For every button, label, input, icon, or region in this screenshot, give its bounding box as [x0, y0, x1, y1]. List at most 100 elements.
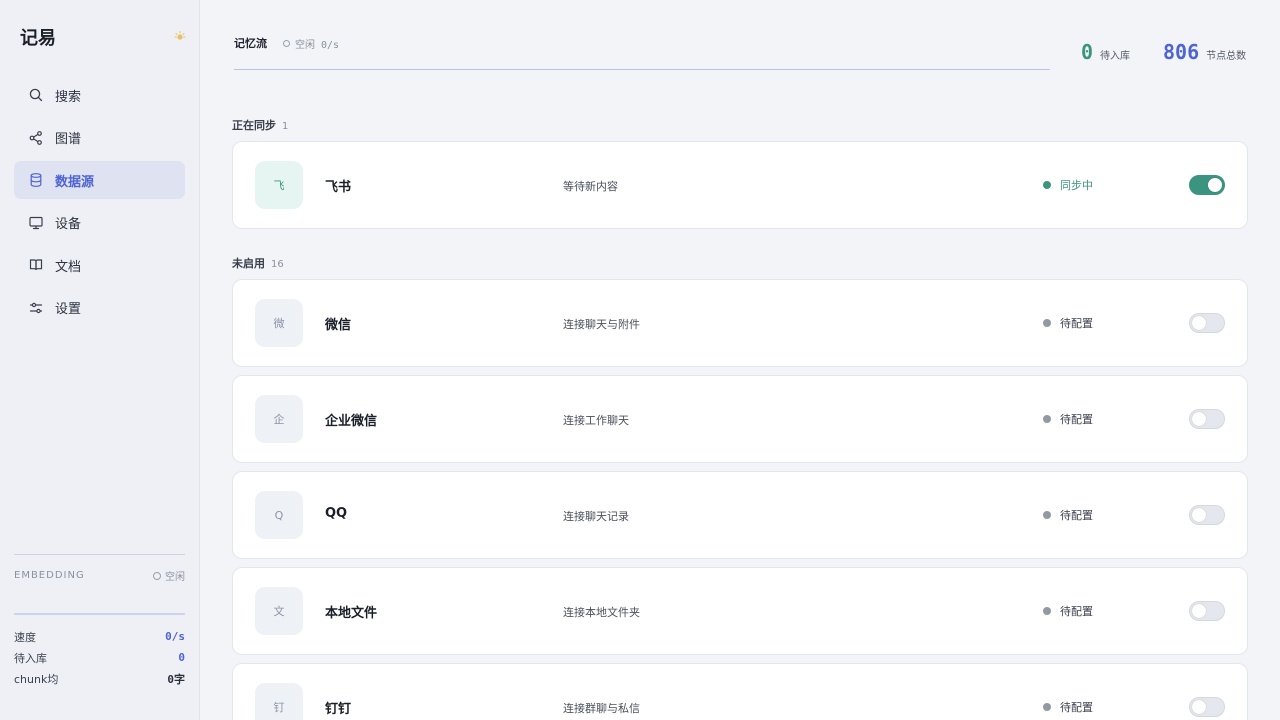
source-status: 待配置: [1043, 315, 1093, 331]
source-desc: 连接工作聊天: [563, 414, 629, 427]
source-status: 待配置: [1043, 603, 1093, 619]
source-name: 微信: [325, 318, 352, 333]
source-status-text: 待配置: [1060, 317, 1093, 330]
source-name: QQ: [325, 506, 348, 521]
memory-flow-status-text: 空闲 0/s: [295, 40, 340, 51]
share-graph-icon: [28, 130, 44, 146]
book-icon: [28, 257, 44, 273]
stat-row-pending: 待入库 0: [14, 647, 185, 668]
source-card-wecom[interactable]: 企 企业微信 连接工作聊天 待配置: [232, 375, 1248, 463]
source-name: 企业微信: [325, 414, 378, 429]
memory-flow-line: [234, 69, 1050, 70]
monitor-icon: [28, 215, 44, 231]
section-title: 正在同步: [232, 119, 276, 132]
source-status: 待配置: [1043, 411, 1093, 427]
source-status: 待配置: [1043, 699, 1093, 715]
status-dot-icon: [1043, 703, 1051, 711]
source-card-feishu[interactable]: 飞 飞书 等待新内容 同步中: [232, 141, 1248, 229]
source-card-qq[interactable]: Q QQ 连接聊天记录 待配置: [232, 471, 1248, 559]
pending-count: 0: [1081, 40, 1094, 64]
nodes-label: 节点总数: [1206, 51, 1247, 62]
source-toggle[interactable]: [1189, 505, 1225, 525]
source-desc: 连接本地文件夹: [563, 606, 640, 619]
nodes-count: 806: [1163, 40, 1200, 64]
sidebar-item-label: 文档: [55, 259, 82, 275]
section-title: 未启用: [232, 257, 265, 270]
source-toggle[interactable]: [1189, 601, 1225, 621]
main-content: 记忆流 空闲 0/s 0 待入库 806 节点总数 正在同步 1 飞 飞书 等待新…: [200, 0, 1280, 720]
source-glyph-icon: 钉: [255, 683, 303, 720]
source-name: 钉钉: [325, 702, 352, 717]
status-dot-icon: [1043, 319, 1051, 327]
source-status-text: 待配置: [1060, 413, 1093, 426]
source-desc: 连接聊天记录: [563, 510, 629, 523]
sidebar-divider: [14, 554, 185, 555]
source-glyph-icon: 飞: [255, 161, 303, 209]
source-desc: 连接群聊与私信: [563, 702, 640, 715]
stat-label: chunk均: [14, 672, 59, 686]
search-icon: [28, 87, 44, 103]
embedding-progress-line: [14, 613, 185, 615]
sidebar-item-label: 图谱: [55, 132, 82, 147]
source-toggle[interactable]: [1189, 409, 1225, 429]
toggle-knob: [1192, 508, 1206, 522]
source-card-local-files[interactable]: 文 本地文件 连接本地文件夹 待配置: [232, 567, 1248, 655]
sidebar-item-settings[interactable]: 设置: [14, 289, 185, 327]
source-card-dingtalk[interactable]: 钉 钉钉 连接群聊与私信 待配置: [232, 663, 1248, 720]
memory-flow-title: 记忆流: [234, 37, 267, 50]
status-dot-icon: [1043, 607, 1051, 615]
stat-value: 0字: [167, 672, 185, 686]
sidebar-item-label: 搜索: [55, 89, 82, 105]
source-toggle[interactable]: [1189, 313, 1225, 333]
stat-label: 速度: [14, 630, 36, 644]
memory-flow-status: 空闲 0/s: [283, 36, 339, 51]
nodes-counter: 806 节点总数: [1163, 40, 1246, 64]
sidebar-item-devices[interactable]: 设备: [14, 204, 185, 242]
sidebar-item-datasource[interactable]: 数据源: [14, 161, 185, 199]
sun-icon[interactable]: [174, 30, 186, 42]
sidebar-item-graph[interactable]: 图谱: [14, 119, 185, 157]
section-count: 1: [282, 121, 289, 132]
idle-ring-icon: [153, 571, 161, 580]
section-disabled: 未启用 16: [232, 255, 284, 271]
source-card-wechat[interactable]: 微 微信 连接聊天与附件 待配置: [232, 279, 1248, 367]
embedding-status-text: 空闲: [165, 572, 185, 583]
source-toggle[interactable]: [1189, 175, 1225, 195]
source-glyph-icon: Q: [255, 491, 303, 539]
toggle-knob: [1192, 316, 1206, 330]
stat-row-speed: 速度 0/s: [14, 626, 185, 647]
source-glyph-icon: 企: [255, 395, 303, 443]
source-name: 飞书: [325, 180, 352, 195]
source-desc: 等待新内容: [563, 180, 618, 193]
sidebar-item-docs[interactable]: 文档: [14, 246, 185, 284]
section-syncing: 正在同步 1: [232, 117, 288, 133]
embedding-status: 空闲: [153, 568, 185, 583]
source-status-text: 待配置: [1060, 701, 1093, 714]
source-glyph-icon: 微: [255, 299, 303, 347]
sidebar-item-search[interactable]: 搜索: [14, 76, 185, 114]
sidebar-nav: 搜索 图谱 数据源 设备 文档 设置: [14, 76, 185, 331]
source-toggle[interactable]: [1189, 697, 1225, 717]
app-brand: 记易: [20, 28, 56, 49]
stat-value: 0/s: [165, 630, 185, 643]
embedding-label: EMBEDDING: [14, 570, 85, 581]
embedding-stats: 速度 0/s 待入库 0 chunk均 0字: [14, 626, 185, 689]
pending-label: 待入库: [1100, 51, 1131, 62]
source-status-text: 待配置: [1060, 509, 1093, 522]
stat-row-chunk: chunk均 0字: [14, 668, 185, 689]
sidebar-item-label: 设备: [55, 217, 82, 232]
section-count: 16: [271, 259, 284, 270]
status-dot-icon: [1043, 511, 1051, 519]
toggle-knob: [1192, 700, 1206, 714]
toggle-knob: [1208, 178, 1222, 192]
database-icon: [28, 172, 44, 188]
sidebar: 记易 搜索 图谱 数据源 设备 文档 设置 EMBEDDING 空闲 速度 0/…: [0, 0, 200, 720]
toggle-knob: [1192, 412, 1206, 426]
sidebar-item-label: 数据源: [55, 174, 95, 190]
toggle-knob: [1192, 604, 1206, 618]
source-name: 本地文件: [325, 606, 378, 621]
source-glyph-icon: 文: [255, 587, 303, 635]
source-status: 同步中: [1043, 177, 1093, 193]
source-status-text: 待配置: [1060, 605, 1093, 618]
sliders-icon: [28, 300, 44, 316]
